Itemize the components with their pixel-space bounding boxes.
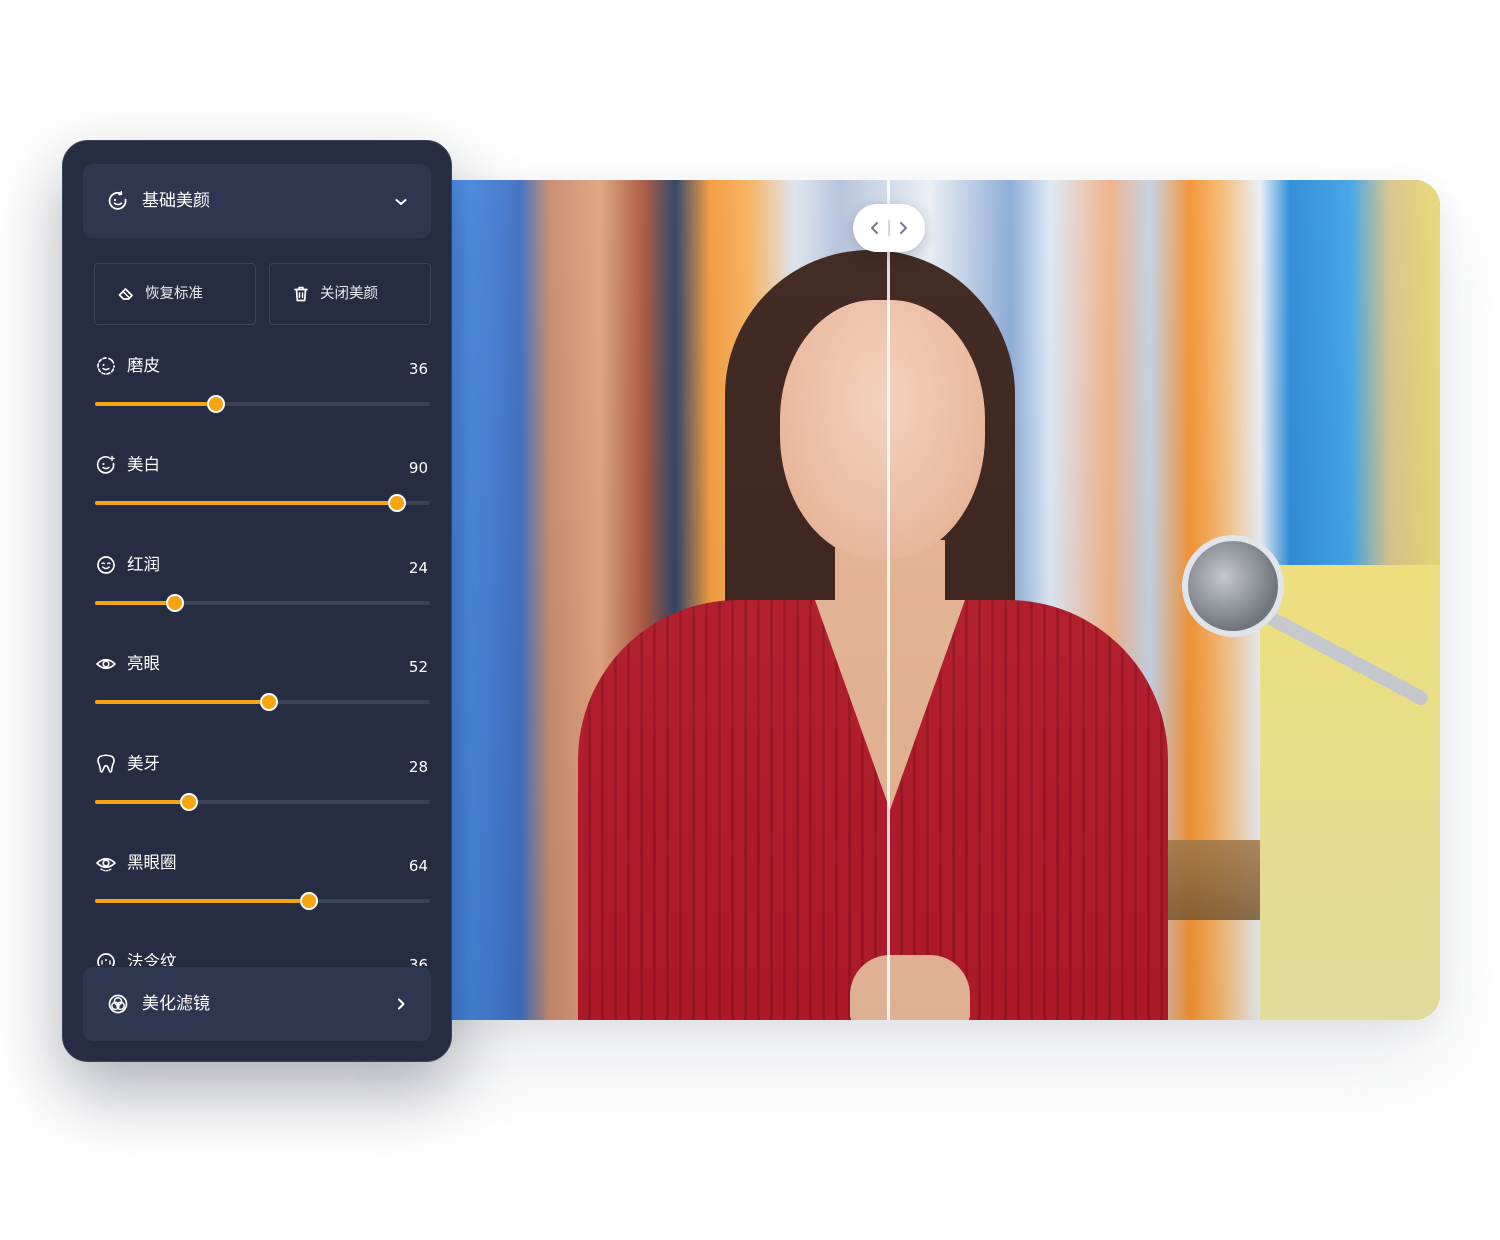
slider-rosy: 红润 24 [63, 545, 451, 645]
slider-whitening: 美白 90 [63, 445, 451, 545]
slider-smoothing: 磨皮 36 [63, 346, 451, 446]
slider-label: 亮眼 [127, 654, 160, 673]
slider-thumb[interactable] [179, 793, 198, 811]
eye-icon [96, 658, 116, 670]
slider-track[interactable] [95, 494, 430, 512]
basic-beauty-dropdown[interactable]: 基础美颜 [83, 164, 431, 238]
slider-track[interactable] [95, 594, 430, 612]
slider-value: 24 [408, 559, 428, 577]
slider-nasolabial: 法令纹 36 [63, 942, 451, 966]
face-wrinkle-icon [97, 953, 115, 966]
slider-label: 美牙 [127, 754, 160, 773]
slider-thumb[interactable] [300, 892, 319, 910]
tooth-icon [97, 754, 115, 773]
slider-track[interactable] [95, 395, 430, 413]
slider-thumb[interactable] [166, 594, 185, 612]
filter-aperture-icon [108, 994, 128, 1014]
slider-value: 36 [408, 956, 428, 966]
slider-track[interactable] [95, 892, 430, 910]
eye-dark-circle-icon [96, 857, 116, 872]
slider-value: 90 [408, 459, 428, 477]
slider-label: 黑眼圈 [127, 853, 177, 872]
beauty-slider-list[interactable]: 磨皮 36 美白 90 红润 24 亮眼 52 美牙 28 黑眼圈 64 法令纹… [63, 346, 451, 966]
close-beauty-label: 关闭美颜 [320, 286, 378, 302]
slider-fill [95, 800, 189, 804]
face-refresh-icon [108, 191, 127, 210]
chevron-right-icon [398, 998, 405, 1010]
face-rosy-icon [97, 556, 115, 574]
slider-fill [95, 700, 270, 704]
chevron-right-icon [899, 221, 908, 235]
photo-preview [410, 180, 1440, 1020]
trash-icon [294, 286, 308, 302]
slider-value: 64 [408, 857, 428, 875]
chevron-left-icon [870, 221, 879, 235]
slider-track[interactable] [95, 693, 430, 711]
slider-thumb[interactable] [206, 395, 225, 413]
slider-bright-eyes: 亮眼 52 [63, 644, 451, 744]
reset-standard-button[interactable]: 恢复标准 [94, 263, 256, 325]
slider-fill [95, 899, 310, 903]
close-beauty-button[interactable]: 关闭美颜 [269, 263, 431, 325]
slider-thumb[interactable] [260, 693, 279, 711]
face-whiten-icon [96, 455, 115, 474]
reset-standard-label: 恢复标准 [145, 286, 203, 302]
slider-teeth: 美牙 28 [63, 744, 451, 844]
slider-label: 红润 [127, 555, 160, 574]
slider-label: 法令纹 [127, 952, 177, 966]
chevron-down-icon [395, 199, 407, 205]
beauty-panel: 基础美颜 恢复标准 关闭美颜 磨皮 36 美白 90 红润 24 亮眼 52 美… [62, 140, 452, 1062]
slider-fill [95, 402, 216, 406]
slider-value: 36 [408, 360, 428, 378]
slider-dark-circles: 黑眼圈 64 [63, 843, 451, 943]
eraser-icon [118, 288, 133, 300]
compare-handle[interactable] [853, 204, 925, 252]
face-smooth-icon [97, 357, 115, 375]
slider-value: 28 [408, 758, 428, 776]
photo-shade [410, 180, 1440, 1020]
compare-divider[interactable] [887, 180, 890, 1020]
slider-track[interactable] [95, 793, 430, 811]
stage: 基础美颜 恢复标准 关闭美颜 磨皮 36 美白 90 红润 24 亮眼 52 美… [0, 0, 1500, 1240]
section-title: 基础美颜 [142, 191, 210, 211]
compare-handle-separator [888, 220, 890, 236]
slider-label: 美白 [127, 455, 160, 474]
beauty-filter-entry[interactable]: 美化滤镜 [83, 967, 431, 1041]
filter-title: 美化滤镜 [142, 994, 210, 1014]
slider-thumb[interactable] [387, 494, 406, 512]
slider-label: 磨皮 [127, 356, 160, 375]
slider-value: 52 [408, 658, 428, 676]
slider-fill [95, 601, 176, 605]
slider-fill [95, 501, 397, 505]
